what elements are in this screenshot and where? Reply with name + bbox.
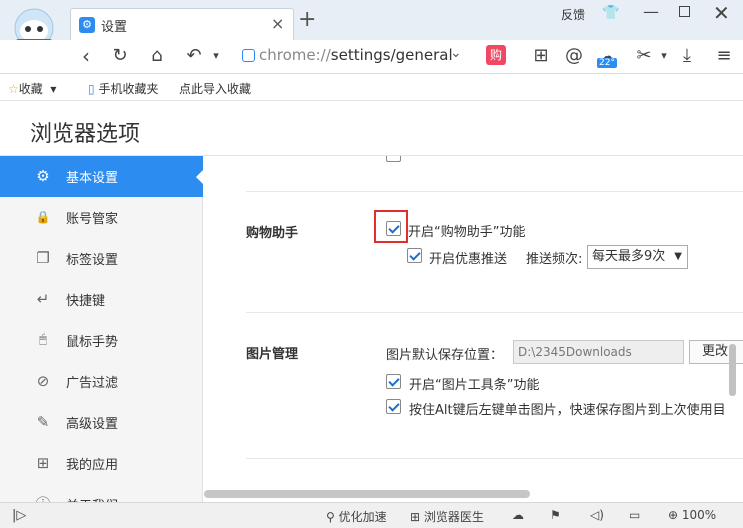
gear-icon: ⚙ xyxy=(36,167,50,185)
download-icon[interactable]: ⤓ xyxy=(675,44,699,68)
mouse-icon: 🖱 xyxy=(39,332,47,347)
partial-checkbox[interactable] xyxy=(386,156,401,162)
wrench-icon: ✎ xyxy=(36,413,50,431)
sidebar-item-advanced[interactable]: ✎ 高级设置 xyxy=(0,402,203,443)
back-icon[interactable]: ‹ xyxy=(74,44,98,68)
favorites-menu[interactable]: ☆收藏 ▾ xyxy=(8,80,56,97)
feedback-button[interactable]: 反馈 xyxy=(561,6,585,23)
close-tab-icon[interactable]: × xyxy=(271,14,284,33)
zoom-control[interactable]: ⊕ 100% xyxy=(668,508,716,522)
mail-at-icon[interactable]: @ xyxy=(562,44,586,68)
discount-push-checkbox[interactable] xyxy=(407,248,422,263)
security-shield-icon xyxy=(242,49,255,62)
undo-icon[interactable]: ↶ xyxy=(182,44,206,68)
section-divider xyxy=(246,458,743,459)
new-tab-button[interactable]: + xyxy=(298,8,316,32)
sidebar-item-label: 快捷键 xyxy=(66,294,106,309)
apps-icon: ⊞ xyxy=(36,454,50,472)
speaker-icon[interactable]: ◁) xyxy=(590,508,604,522)
sidebar-item-label: 我的应用 xyxy=(66,458,119,473)
alt-save-label: 按住Alt键后左键单击图片，快速保存图片到上次使用目 xyxy=(409,403,726,418)
browser-doctor-button[interactable]: ⊞ 浏览器医生 xyxy=(410,508,484,525)
rocket-icon: ⚲ xyxy=(326,510,335,524)
tabs-icon: ❐ xyxy=(36,249,50,267)
skin-icon[interactable]: 👕 xyxy=(602,5,619,21)
flag-icon[interactable]: ⚑ xyxy=(550,508,561,522)
zoom-icon: ⊕ xyxy=(668,508,679,522)
medkit-icon: ⊞ xyxy=(410,510,421,524)
url-text[interactable]: chrome://settings/general xyxy=(259,46,453,64)
close-window-button[interactable]: ✕ xyxy=(713,1,730,25)
bookmarks-bar: ☆收藏 ▾ ▯ 手机收藏夹 点此导入收藏 xyxy=(0,75,743,101)
status-bar: |▷ ⚲ 优化加速 ⊞ 浏览器医生 ☁ ⚑ ◁) ▭ ⊕ 100% xyxy=(0,502,743,528)
active-pointer xyxy=(196,169,204,185)
sidebar-item-gestures[interactable]: 🖱 鼠标手势 xyxy=(0,320,203,361)
sidebar-item-accounts[interactable]: 🔒 账号管家 xyxy=(0,197,203,238)
shopping-section-title: 购物助手 xyxy=(246,226,299,241)
page-title: 浏览器选项 xyxy=(30,122,141,147)
navigation-bar: ‹ ↻ ⌂ ↶ ▾ chrome://settings/general ⌄ 购 … xyxy=(0,40,743,74)
sidebar-item-label: 账号管家 xyxy=(66,212,119,227)
sidebar-item-apps[interactable]: ⊞ 我的应用 xyxy=(0,443,203,484)
chevron-down-icon: ▼ xyxy=(674,251,682,262)
refresh-icon[interactable]: ↻ xyxy=(108,44,132,68)
sidebar-item-label: 高级设置 xyxy=(66,417,119,432)
sidebar-item-label: 标签设置 xyxy=(66,253,119,268)
tab-title: 设置 xyxy=(101,20,128,35)
sidebar-item-tabs[interactable]: ❐ 标签设置 xyxy=(0,238,203,279)
minimize-button[interactable]: — xyxy=(643,2,659,21)
cloud-icon[interactable]: ☁ xyxy=(512,508,524,522)
settings-content: 购物助手 开启“购物助手”功能 开启优惠推送 推送频次: 每天最多9次 ▼ 图片管… xyxy=(204,156,743,488)
phone-icon: ▯ xyxy=(88,82,95,96)
sidebar-item-adblock[interactable]: ⊘ 广告过滤 xyxy=(0,361,203,402)
save-path-input[interactable]: D:\2345Downloads xyxy=(513,340,684,364)
apps-grid-icon[interactable]: ⊞ xyxy=(529,44,553,68)
block-icon: ⊘ xyxy=(36,372,50,390)
tab-settings[interactable]: ⚙ 设置 × xyxy=(70,8,294,40)
image-toolbar-checkbox[interactable] xyxy=(386,374,401,389)
import-bookmarks-link[interactable]: 点此导入收藏 xyxy=(179,80,251,97)
lock-icon: 🔒 xyxy=(35,210,51,224)
push-frequency-select[interactable]: 每天最多9次 ▼ xyxy=(587,245,688,269)
image-toolbar-label: 开启“图片工具条”功能 xyxy=(409,378,540,393)
maximize-button[interactable] xyxy=(679,6,690,17)
url-dropdown-icon[interactable]: ⌄ xyxy=(450,45,462,61)
save-path-label: 图片默认保存位置： xyxy=(386,348,504,363)
shopping-assistant-icon[interactable]: 购 xyxy=(486,45,506,65)
vertical-scrollbar[interactable] xyxy=(729,344,736,396)
sidebar-item-label: 基本设置 xyxy=(66,171,119,186)
optimize-button[interactable]: ⚲ 优化加速 xyxy=(326,508,387,525)
mobile-bookmarks[interactable]: ▯ 手机收藏夹 xyxy=(88,80,158,97)
sidebar-item-label: 鼠标手势 xyxy=(66,335,119,350)
keyboard-icon: ↵ xyxy=(36,290,50,308)
home-icon[interactable]: ⌂ xyxy=(145,44,169,68)
screen-icon[interactable]: ▭ xyxy=(629,508,640,522)
menu-icon[interactable]: ≡ xyxy=(712,44,736,68)
title-bar: ⚙ 设置 × + 反馈 👕 — ✕ xyxy=(0,0,743,48)
alt-save-checkbox[interactable] xyxy=(386,399,401,414)
section-divider xyxy=(246,191,743,192)
sidebar-item-shortcuts[interactable]: ↵ 快捷键 xyxy=(0,279,203,320)
discount-push-label: 开启优惠推送 xyxy=(429,252,508,267)
star-icon: ☆ xyxy=(8,82,19,96)
shopping-enable-label: 开启“购物助手”功能 xyxy=(408,225,526,240)
scissors-dropdown-icon[interactable]: ▾ xyxy=(652,44,676,68)
undo-dropdown-icon[interactable]: ▾ xyxy=(204,44,228,68)
push-frequency-label: 推送频次: xyxy=(526,252,583,267)
settings-sidebar: ⚙ 基本设置 🔒 账号管家 ❐ 标签设置 ↵ 快捷键 🖱 鼠标手势 ⊘ 广告过滤… xyxy=(0,156,204,514)
sidebar-toggle-icon[interactable]: |▷ xyxy=(12,508,26,523)
settings-favicon-icon: ⚙ xyxy=(79,17,95,33)
horizontal-scrollbar[interactable] xyxy=(204,490,530,498)
sidebar-item-basic[interactable]: ⚙ 基本设置 xyxy=(0,156,204,197)
highlight-box xyxy=(374,210,408,243)
section-divider xyxy=(246,312,743,313)
images-section-title: 图片管理 xyxy=(246,347,299,362)
browser-window: ⚙ 设置 × + 反馈 👕 — ✕ 登录 ‹ ↻ ⌂ ↶ ▾ chrome://… xyxy=(0,0,743,528)
sidebar-item-label: 广告过滤 xyxy=(66,376,119,391)
address-bar[interactable]: chrome://settings/general ⌄ xyxy=(232,43,476,69)
weather-temp: 22° xyxy=(597,58,617,68)
